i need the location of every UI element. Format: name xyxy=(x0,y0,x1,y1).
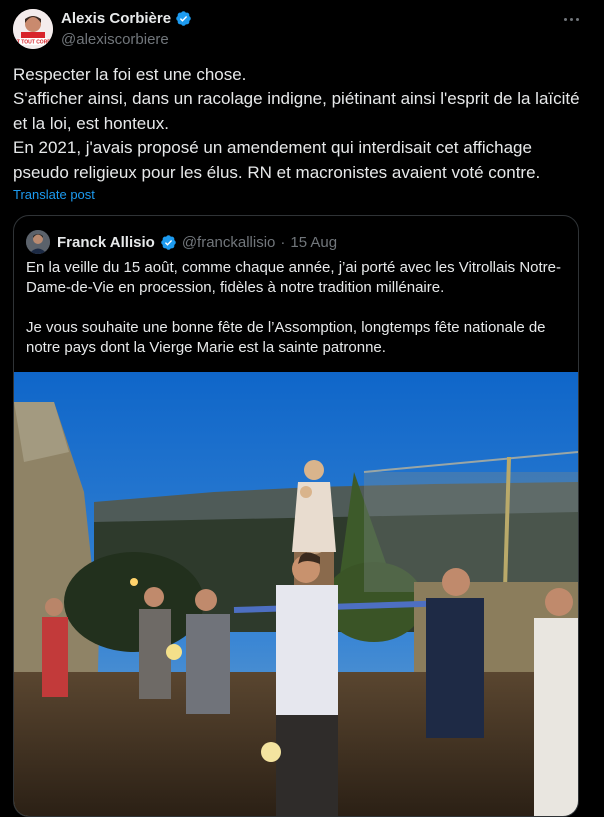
quoted-paragraph: Je vous souhaite une bonne fête de l’Ass… xyxy=(26,319,546,356)
author-display-name[interactable]: Alexis Corbière xyxy=(61,10,171,27)
quoted-tweet[interactable]: Franck Allisio @franckallisio · 15 Aug E… xyxy=(13,215,579,817)
author-avatar[interactable]: AVANT TOUT CORBIÈRE xyxy=(13,9,53,49)
quoted-display-name[interactable]: Franck Allisio xyxy=(57,234,155,251)
quoted-text: En la veille du 15 août, comme chaque an… xyxy=(26,258,566,378)
quoted-header: Franck Allisio @franckallisio · 15 Aug xyxy=(26,230,337,254)
avatar-badge-text: AVANT TOUT CORBIÈRE xyxy=(13,38,53,46)
more-options-icon[interactable] xyxy=(561,12,581,26)
quoted-separator: · xyxy=(280,233,286,251)
author-handle[interactable]: @alexiscorbiere xyxy=(61,31,169,48)
avatar-image: AVANT TOUT CORBIÈRE xyxy=(13,9,53,49)
tweet-text: Respecter la foi est une chose. S'affich… xyxy=(13,63,588,185)
author-name-row: Alexis Corbière xyxy=(61,10,192,27)
tweet-line: En 2021, j'avais proposé un amendement q… xyxy=(13,138,541,182)
procession-photo[interactable] xyxy=(14,372,578,816)
quoted-handle[interactable]: @franckallisio xyxy=(182,234,276,251)
quoted-date[interactable]: 15 Aug xyxy=(290,234,337,251)
translate-post-link[interactable]: Translate post xyxy=(13,187,95,202)
quoted-avatar-image xyxy=(26,230,50,254)
quoted-avatar[interactable] xyxy=(26,230,50,254)
quoted-paragraph: En la veille du 15 août, comme chaque an… xyxy=(26,259,562,296)
tweet-line: S'afficher ainsi, dans un racolage indig… xyxy=(13,89,585,133)
verified-badge-icon xyxy=(161,234,176,250)
tweet-line: Respecter la foi est une chose. xyxy=(13,65,247,84)
verified-badge-icon xyxy=(176,11,191,26)
